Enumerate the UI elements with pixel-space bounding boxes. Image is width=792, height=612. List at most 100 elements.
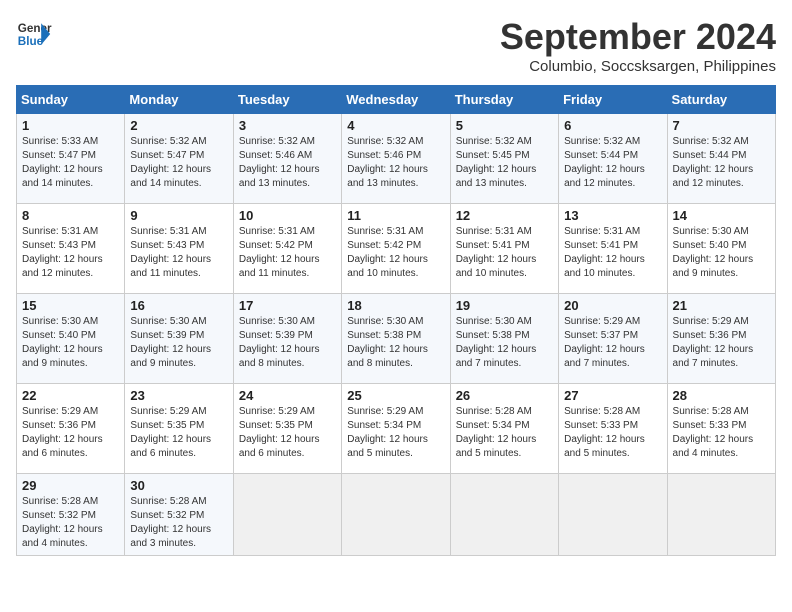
day-info: Sunrise: 5:29 AM Sunset: 5:36 PM Dayligh…	[673, 315, 770, 371]
calendar-subtitle: Columbio, Soccsksargen, Philippines	[500, 58, 776, 75]
day-number: 30	[130, 478, 227, 493]
day-number: 24	[239, 388, 336, 403]
table-row: 7 Sunrise: 5:32 AM Sunset: 5:44 PM Daylig…	[667, 114, 775, 204]
table-row: 12 Sunrise: 5:31 AM Sunset: 5:41 PM Dayli…	[450, 204, 558, 294]
day-info: Sunrise: 5:30 AM Sunset: 5:40 PM Dayligh…	[673, 225, 770, 281]
page-header: General Blue September 2024 Columbio, So…	[16, 16, 776, 75]
day-info: Sunrise: 5:28 AM Sunset: 5:32 PM Dayligh…	[22, 495, 119, 551]
day-info: Sunrise: 5:28 AM Sunset: 5:33 PM Dayligh…	[673, 405, 770, 461]
day-number: 26	[456, 388, 553, 403]
day-number: 19	[456, 298, 553, 313]
day-number: 22	[22, 388, 119, 403]
table-row: 10 Sunrise: 5:31 AM Sunset: 5:42 PM Dayli…	[233, 204, 341, 294]
day-info: Sunrise: 5:32 AM Sunset: 5:44 PM Dayligh…	[673, 135, 770, 191]
day-number: 10	[239, 208, 336, 223]
day-number: 18	[347, 298, 444, 313]
table-row: 19Sunrise: 5:30 AM Sunset: 5:38 PM Dayli…	[450, 294, 558, 384]
day-info: Sunrise: 5:29 AM Sunset: 5:37 PM Dayligh…	[564, 315, 661, 371]
weekday-header-row: Sunday Monday Tuesday Wednesday Thursday…	[17, 86, 776, 114]
day-number: 1	[22, 118, 119, 133]
day-number: 27	[564, 388, 661, 403]
day-number: 20	[564, 298, 661, 313]
day-info: Sunrise: 5:30 AM Sunset: 5:39 PM Dayligh…	[130, 315, 227, 371]
table-row: 8 Sunrise: 5:31 AM Sunset: 5:43 PM Daylig…	[17, 204, 125, 294]
header-wednesday: Wednesday	[342, 86, 450, 114]
header-monday: Monday	[125, 86, 233, 114]
table-row: 17Sunrise: 5:30 AM Sunset: 5:39 PM Dayli…	[233, 294, 341, 384]
day-info: Sunrise: 5:30 AM Sunset: 5:40 PM Dayligh…	[22, 315, 119, 371]
table-row: 3 Sunrise: 5:32 AM Sunset: 5:46 AM Daylig…	[233, 114, 341, 204]
table-row: 23 Sunrise: 5:29 AM Sunset: 5:35 PM Dayli…	[125, 384, 233, 474]
logo-icon: General Blue	[16, 16, 52, 52]
day-number: 29	[22, 478, 119, 493]
table-row: 24 Sunrise: 5:29 AM Sunset: 5:35 PM Dayli…	[233, 384, 341, 474]
header-sunday: Sunday	[17, 86, 125, 114]
day-info: Sunrise: 5:31 AM Sunset: 5:42 PM Dayligh…	[239, 225, 336, 281]
header-saturday: Saturday	[667, 86, 775, 114]
day-number: 6	[564, 118, 661, 133]
day-info: Sunrise: 5:29 AM Sunset: 5:35 PM Dayligh…	[130, 405, 227, 461]
day-info: Sunrise: 5:33 AM Sunset: 5:47 PM Dayligh…	[22, 135, 119, 191]
day-number: 23	[130, 388, 227, 403]
table-row: 15 Sunrise: 5:30 AM Sunset: 5:40 PM Dayli…	[17, 294, 125, 384]
calendar-title: September 2024	[500, 16, 776, 58]
day-info: Sunrise: 5:30 AM Sunset: 5:39 PM Dayligh…	[239, 315, 336, 371]
table-row	[450, 474, 558, 556]
table-row: 27 Sunrise: 5:28 AM Sunset: 5:33 PM Dayli…	[559, 384, 667, 474]
table-row: 29 Sunrise: 5:28 AM Sunset: 5:32 PM Dayli…	[17, 474, 125, 556]
day-number: 21	[673, 298, 770, 313]
day-number: 5	[456, 118, 553, 133]
day-number: 16	[130, 298, 227, 313]
day-number: 12	[456, 208, 553, 223]
day-info: Sunrise: 5:29 AM Sunset: 5:36 PM Dayligh…	[22, 405, 119, 461]
table-row: 14Sunrise: 5:30 AM Sunset: 5:40 PM Dayli…	[667, 204, 775, 294]
day-info: Sunrise: 5:31 AM Sunset: 5:41 PM Dayligh…	[456, 225, 553, 281]
day-number: 13	[564, 208, 661, 223]
day-info: Sunrise: 5:32 AM Sunset: 5:46 PM Dayligh…	[347, 135, 444, 191]
table-row: 16 Sunrise: 5:30 AM Sunset: 5:39 PM Dayli…	[125, 294, 233, 384]
header-thursday: Thursday	[450, 86, 558, 114]
table-row	[559, 474, 667, 556]
day-info: Sunrise: 5:32 AM Sunset: 5:47 PM Dayligh…	[130, 135, 227, 191]
table-row	[342, 474, 450, 556]
day-number: 7	[673, 118, 770, 133]
day-number: 8	[22, 208, 119, 223]
logo: General Blue	[16, 16, 52, 52]
day-info: Sunrise: 5:32 AM Sunset: 5:46 AM Dayligh…	[239, 135, 336, 191]
table-row: 9 Sunrise: 5:31 AM Sunset: 5:43 PM Daylig…	[125, 204, 233, 294]
day-info: Sunrise: 5:31 AM Sunset: 5:43 PM Dayligh…	[130, 225, 227, 281]
day-number: 2	[130, 118, 227, 133]
table-row: 1 Sunrise: 5:33 AM Sunset: 5:47 PM Daylig…	[17, 114, 125, 204]
day-info: Sunrise: 5:32 AM Sunset: 5:45 PM Dayligh…	[456, 135, 553, 191]
header-friday: Friday	[559, 86, 667, 114]
table-row: 20 Sunrise: 5:29 AM Sunset: 5:37 PM Dayli…	[559, 294, 667, 384]
table-row	[667, 474, 775, 556]
table-row: 22 Sunrise: 5:29 AM Sunset: 5:36 PM Dayli…	[17, 384, 125, 474]
header-tuesday: Tuesday	[233, 86, 341, 114]
table-row: 2 Sunrise: 5:32 AM Sunset: 5:47 PM Daylig…	[125, 114, 233, 204]
day-info: Sunrise: 5:30 AM Sunset: 5:38 PM Dayligh…	[347, 315, 444, 371]
day-info: Sunrise: 5:29 AM Sunset: 5:34 PM Dayligh…	[347, 405, 444, 461]
day-info: Sunrise: 5:28 AM Sunset: 5:34 PM Dayligh…	[456, 405, 553, 461]
day-info: Sunrise: 5:31 AM Sunset: 5:41 PM Dayligh…	[564, 225, 661, 281]
table-row: 28Sunrise: 5:28 AM Sunset: 5:33 PM Dayli…	[667, 384, 775, 474]
day-number: 9	[130, 208, 227, 223]
day-info: Sunrise: 5:29 AM Sunset: 5:35 PM Dayligh…	[239, 405, 336, 461]
table-row: 13 Sunrise: 5:31 AM Sunset: 5:41 PM Dayli…	[559, 204, 667, 294]
day-info: Sunrise: 5:28 AM Sunset: 5:33 PM Dayligh…	[564, 405, 661, 461]
table-row: 6 Sunrise: 5:32 AM Sunset: 5:44 PM Daylig…	[559, 114, 667, 204]
title-block: September 2024 Columbio, Soccsksargen, P…	[500, 16, 776, 75]
table-row: 25Sunrise: 5:29 AM Sunset: 5:34 PM Dayli…	[342, 384, 450, 474]
day-info: Sunrise: 5:32 AM Sunset: 5:44 PM Dayligh…	[564, 135, 661, 191]
table-row: 11 Sunrise: 5:31 AM Sunset: 5:42 PM Dayli…	[342, 204, 450, 294]
table-row: 30 Sunrise: 5:28 AM Sunset: 5:32 PM Dayli…	[125, 474, 233, 556]
day-info: Sunrise: 5:28 AM Sunset: 5:32 PM Dayligh…	[130, 495, 227, 551]
day-info: Sunrise: 5:31 AM Sunset: 5:42 PM Dayligh…	[347, 225, 444, 281]
table-row: 21 Sunrise: 5:29 AM Sunset: 5:36 PM Dayli…	[667, 294, 775, 384]
svg-text:Blue: Blue	[18, 35, 44, 48]
day-number: 3	[239, 118, 336, 133]
day-info: Sunrise: 5:31 AM Sunset: 5:43 PM Dayligh…	[22, 225, 119, 281]
day-number: 11	[347, 208, 444, 223]
day-number: 15	[22, 298, 119, 313]
table-row	[233, 474, 341, 556]
